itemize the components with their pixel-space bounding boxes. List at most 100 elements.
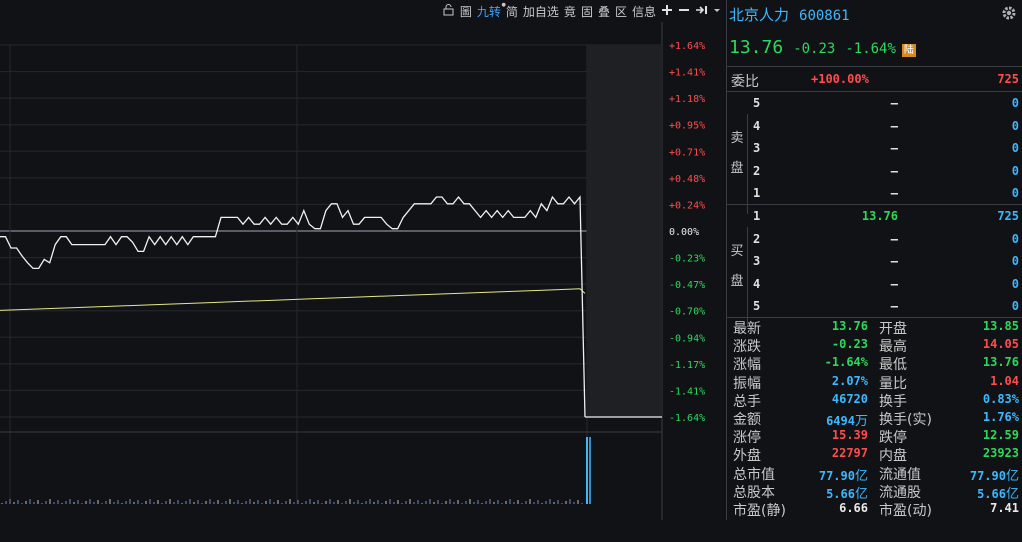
level-number: 2 xyxy=(753,163,761,178)
level-volume: 0 xyxy=(1011,254,1019,269)
price-chart-svg[interactable]: +1.64% +1.41% +1.18% +0.95% +0.71% +0.48% +0.2… xyxy=(0,22,725,542)
stat-value: -1.64% xyxy=(824,355,868,370)
y-tick-label: -0.47% xyxy=(669,280,705,291)
sell-level-row[interactable]: 4 — 0 xyxy=(751,116,1022,138)
weibi-label: 委比 xyxy=(731,74,759,90)
stats-row: 总市值 77.90亿 流通值 77.90亿 xyxy=(727,464,1022,484)
stats-row: 总股本 5.66亿 流通股 5.66亿 xyxy=(727,482,1022,502)
stat-value: 1.04 xyxy=(990,373,1019,388)
minus-icon[interactable] xyxy=(678,4,690,19)
buy-level-row[interactable]: 4 — 0 xyxy=(751,274,1022,296)
stat-label: 市盈(静) xyxy=(733,503,786,519)
y-tick-label: +1.18% xyxy=(669,94,705,105)
stat-value: 13.85 xyxy=(982,319,1019,333)
stat-label: 外盘 xyxy=(733,448,761,465)
y-tick-label: -0.94% xyxy=(669,333,705,344)
toolbar-item-overlay[interactable]: 叠 xyxy=(598,3,610,20)
y-tick-label: +0.48% xyxy=(669,174,705,185)
stat-value: 77.90亿 xyxy=(818,468,868,484)
buy-level-row[interactable]: 3 — 0 xyxy=(751,251,1022,273)
level-price: — xyxy=(890,141,898,156)
weibi-row: 委比 +100.00% 725 xyxy=(727,71,1022,91)
y-tick-label: +0.95% xyxy=(669,121,705,132)
average-price-line xyxy=(0,288,586,311)
price-change-pct: -1.64% xyxy=(845,41,896,57)
stats-row: 振幅 2.07% 量比 1.04 xyxy=(727,373,1022,392)
stat-value: -0.23 xyxy=(831,337,868,352)
skip-end-icon[interactable] xyxy=(695,4,708,19)
buy-level-row[interactable]: 5 — 0 xyxy=(751,296,1022,318)
level-number: 3 xyxy=(753,254,761,269)
y-tick-label: -0.23% xyxy=(669,254,705,265)
sell-level-row[interactable]: 3 — 0 xyxy=(751,138,1022,160)
toolbar-item-auction[interactable]: 竟 xyxy=(564,3,576,20)
level-number: 5 xyxy=(753,96,761,110)
y-tick-label: -1.41% xyxy=(669,386,705,397)
toolbar-item-info[interactable]: 信息 xyxy=(632,3,656,20)
buy-level-row[interactable]: 2 — 0 xyxy=(751,229,1022,251)
gear-icon[interactable] xyxy=(1001,5,1017,21)
stats-row: 总手 46720 换手 0.83% xyxy=(727,391,1022,410)
toolbar-item-simple[interactable]: 简 xyxy=(506,3,518,20)
quote-row: 13.76 -0.23 -1.64% 陆 xyxy=(729,37,916,58)
y-tick-label: +1.41% xyxy=(669,68,705,79)
stat-label: 换手 xyxy=(879,393,907,410)
weibi-pct: +100.00% xyxy=(811,72,869,86)
stats-row: 外盘 22797 内盘 23923 xyxy=(727,445,1022,465)
level-price: — xyxy=(890,163,898,178)
sell-level-row[interactable]: 1 — 0 xyxy=(751,183,1022,205)
stat-label: 总市值 xyxy=(733,466,775,483)
y-tick-label: -1.64% xyxy=(669,413,705,424)
toolbar-item-range[interactable]: 区 xyxy=(615,3,627,20)
stat-value: 5.66亿 xyxy=(826,486,868,502)
y-tick-label: 0.00% xyxy=(669,227,699,238)
lock-icon[interactable] xyxy=(442,3,455,19)
stats-row: 涨停 15.39 跌停 12.59 xyxy=(727,427,1022,446)
connect-badge: 陆 xyxy=(901,44,916,57)
stats-row: 涨跌 -0.23 最高 14.05 xyxy=(727,336,1022,356)
level-number: 3 xyxy=(753,141,761,156)
stock-name[interactable]: 北京人力 xyxy=(729,4,789,25)
level-volume: 0 xyxy=(1011,118,1019,133)
stock-title: 北京人力 600861 xyxy=(729,4,850,25)
level-price: — xyxy=(890,299,898,314)
sell-side-label: 卖盘 xyxy=(727,114,748,214)
stat-label: 涨跌 xyxy=(733,339,761,356)
after-hours-shade xyxy=(587,45,662,417)
level-volume: 0 xyxy=(1011,299,1019,314)
plus-icon[interactable] xyxy=(661,4,673,19)
sell-order-book: 卖盘 5 — 0 4 — 0 3 — 0 2 — 0 1 — 0 xyxy=(727,92,1022,214)
stat-label: 流通值 xyxy=(879,466,921,483)
stat-label: 最新 xyxy=(733,321,761,337)
stat-label: 市盈(动) xyxy=(879,503,932,519)
toolbar-item-draw[interactable]: 圖 xyxy=(460,3,472,20)
stat-label: 流通股 xyxy=(879,484,921,501)
y-tick-label: +0.24% xyxy=(669,200,705,211)
level-volume: 725 xyxy=(997,209,1019,223)
toolbar-item-jiuzhuan[interactable]: 九转 xyxy=(477,2,506,20)
stat-value: 6.66 xyxy=(839,501,868,515)
stat-value: 13.76 xyxy=(831,319,868,333)
level-number: 1 xyxy=(753,186,761,201)
level-volume: 0 xyxy=(1011,276,1019,291)
toolbar-item-fixed[interactable]: 固 xyxy=(581,3,593,20)
stat-label: 最低 xyxy=(879,357,907,374)
level-volume: 0 xyxy=(1011,186,1019,201)
stats-row: 最新 13.76 开盘 13.85 xyxy=(727,318,1022,337)
stock-code[interactable]: 600861 xyxy=(799,8,850,24)
sell-level-row[interactable]: 2 — 0 xyxy=(751,161,1022,183)
sell-level-row[interactable]: 5 — 0 xyxy=(751,93,1022,115)
toolbar-item-add-watchlist[interactable]: 加自选 xyxy=(523,3,559,20)
chart-toolbar: 圖 九转 简 加自选 竟 固 叠 区 信息 xyxy=(442,0,725,22)
level-number: 5 xyxy=(753,299,761,314)
buy-level-row[interactable]: 1 13.76 725 xyxy=(751,206,1022,228)
level-price: — xyxy=(890,276,898,291)
stat-label: 振幅 xyxy=(733,375,761,392)
stat-label: 内盘 xyxy=(879,448,907,465)
dropdown-icon[interactable] xyxy=(713,4,721,19)
stat-value: 12.59 xyxy=(982,428,1019,443)
intraday-chart-area[interactable]: 圖 九转 简 加自选 竟 固 叠 区 信息 +1.64% +1.41% +1.18%… xyxy=(0,0,725,520)
level-volume: 0 xyxy=(1011,141,1019,156)
y-tick-label: +1.64% xyxy=(669,41,705,52)
level-volume: 0 xyxy=(1011,231,1019,246)
